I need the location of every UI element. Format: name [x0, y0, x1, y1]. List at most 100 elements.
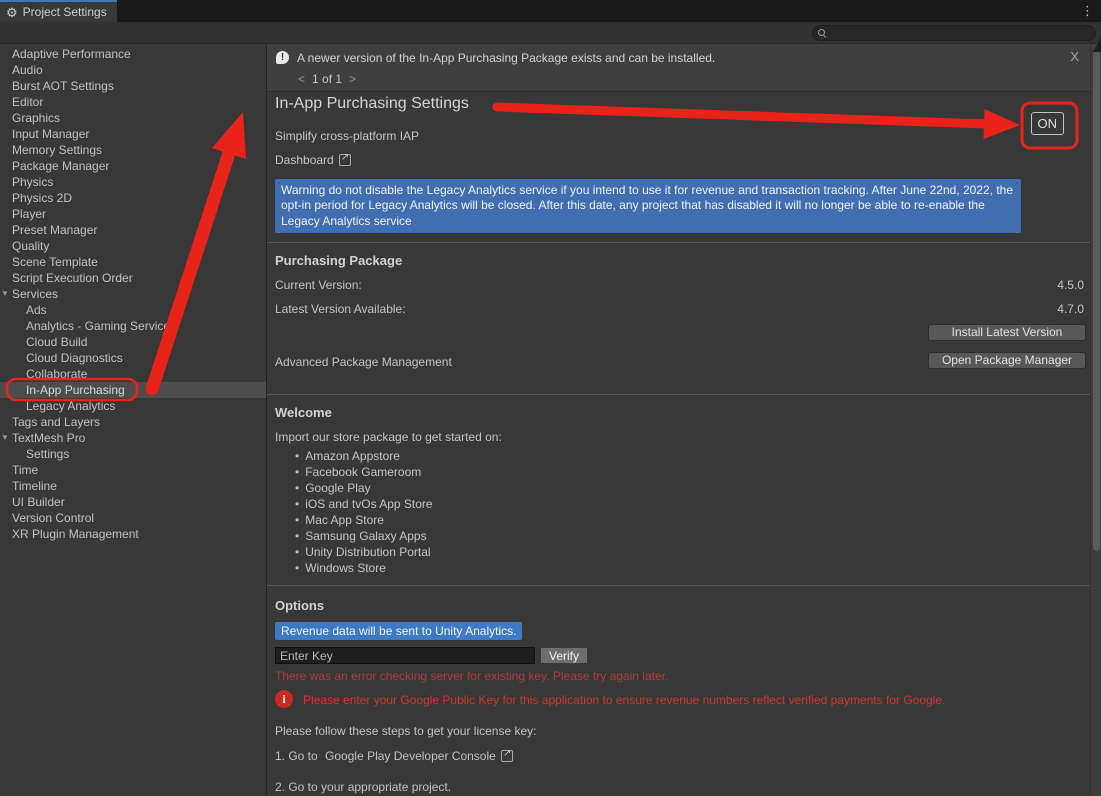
sidebar-item-ads[interactable]: Ads	[0, 302, 266, 318]
bullet-icon: •	[295, 481, 299, 495]
tab-title: Project Settings	[23, 5, 107, 19]
main-panel: ! A newer version of the In-App Purchasi…	[267, 44, 1101, 796]
expander-icon[interactable]: ▼	[1, 430, 9, 446]
latest-version-label: Latest Version Available:	[275, 302, 406, 316]
sidebar-item-xr-plugin-management[interactable]: XR Plugin Management	[0, 526, 266, 542]
sidebar-item-label: Adaptive Performance	[12, 47, 131, 61]
sidebar-item-physics-2d[interactable]: Physics 2D	[0, 190, 266, 206]
install-latest-version-button[interactable]: Install Latest Version	[928, 324, 1086, 341]
sidebar-item-label: Memory Settings	[12, 143, 102, 157]
sidebar-item-label: Input Manager	[12, 127, 89, 141]
sidebar-item-label: Graphics	[12, 111, 60, 125]
sidebar-item-timeline[interactable]: Timeline	[0, 478, 266, 494]
sidebar-list: Adaptive PerformanceAudioBurst AOT Setti…	[0, 46, 266, 542]
alert-bubble-icon: !	[276, 51, 289, 64]
options-heading: Options	[275, 598, 324, 613]
sidebar-item-label: Ads	[26, 303, 47, 317]
current-version-label: Current Version:	[275, 278, 362, 292]
purchasing-package-heading: Purchasing Package	[275, 253, 402, 268]
gear-icon: ⚙	[6, 6, 18, 19]
sidebar-item-script-execution-order[interactable]: Script Execution Order	[0, 270, 266, 286]
latest-version-value: 4.7.0	[1057, 302, 1084, 316]
sidebar-item-legacy-analytics[interactable]: Legacy Analytics	[0, 398, 266, 414]
sidebar-item-tags-and-layers[interactable]: Tags and Layers	[0, 414, 266, 430]
store-name: Samsung Galaxy Apps	[305, 529, 426, 543]
sidebar-item-preset-manager[interactable]: Preset Manager	[0, 222, 266, 238]
error-info-icon: i	[275, 690, 293, 708]
bullet-icon: •	[295, 513, 299, 527]
sidebar-item-collaborate[interactable]: Collaborate	[0, 366, 266, 382]
pagination-prev-icon[interactable]: <	[298, 72, 305, 86]
sidebar-item-textmesh-pro[interactable]: ▼TextMesh Pro	[0, 430, 266, 446]
steps-intro: Please follow these steps to get your li…	[275, 724, 536, 738]
store-list-item: •Windows Store	[295, 560, 433, 576]
pagination-next-icon[interactable]: >	[349, 72, 356, 86]
analytics-note-badge: Revenue data will be sent to Unity Analy…	[275, 622, 522, 640]
sidebar-item-player[interactable]: Player	[0, 206, 266, 222]
update-notification-banner: ! A newer version of the In-App Purchasi…	[267, 44, 1101, 92]
google-play-console-link[interactable]: Google Play Developer Console	[325, 749, 496, 763]
sidebar-item-physics[interactable]: Physics	[0, 174, 266, 190]
bullet-icon: •	[295, 449, 299, 463]
open-package-manager-button[interactable]: Open Package Manager	[928, 352, 1086, 369]
sidebar-item-burst-aot-settings[interactable]: Burst AOT Settings	[0, 78, 266, 94]
banner-pagination: < 1 of 1 >	[298, 72, 356, 86]
pagination-label: 1 of 1	[312, 72, 342, 86]
tab-project-settings[interactable]: ⚙ Project Settings	[0, 0, 117, 22]
sidebar-item-analytics-gaming-services[interactable]: Analytics - Gaming Services	[0, 318, 266, 334]
section-divider	[267, 242, 1090, 243]
latest-version-row: Latest Version Available: 4.7.0	[275, 302, 1084, 316]
verify-button[interactable]: Verify	[540, 647, 588, 664]
sidebar-item-label: UI Builder	[12, 495, 65, 509]
sidebar-item-settings[interactable]: Settings	[0, 446, 266, 462]
sidebar-item-in-app-purchasing[interactable]: In-App Purchasing	[0, 382, 266, 398]
tab-strip: ⚙ Project Settings ⋮	[0, 0, 1101, 22]
settings-sidebar: Adaptive PerformanceAudioBurst AOT Setti…	[0, 44, 267, 796]
key-input[interactable]	[275, 647, 535, 664]
sidebar-item-label: Physics	[12, 175, 53, 189]
sidebar-item-memory-settings[interactable]: Memory Settings	[0, 142, 266, 158]
sidebar-item-package-manager[interactable]: Package Manager	[0, 158, 266, 174]
sidebar-item-label: Timeline	[12, 479, 57, 493]
sidebar-item-input-manager[interactable]: Input Manager	[0, 126, 266, 142]
bullet-icon: •	[295, 545, 299, 559]
sidebar-item-scene-template[interactable]: Scene Template	[0, 254, 266, 270]
expander-icon[interactable]: ▼	[1, 286, 9, 302]
service-toggle-on-button[interactable]: ON	[1031, 112, 1065, 135]
sidebar-item-graphics[interactable]: Graphics	[0, 110, 266, 126]
welcome-heading: Welcome	[275, 405, 332, 420]
sidebar-item-audio[interactable]: Audio	[0, 62, 266, 78]
sidebar-item-label: Legacy Analytics	[26, 399, 115, 413]
search-box[interactable]	[812, 25, 1096, 41]
sidebar-item-cloud-diagnostics[interactable]: Cloud Diagnostics	[0, 350, 266, 366]
toolbar	[0, 22, 1101, 44]
sidebar-item-quality[interactable]: Quality	[0, 238, 266, 254]
scrollbar-thumb[interactable]	[1093, 51, 1100, 551]
store-list-item: •Facebook Gameroom	[295, 464, 433, 480]
store-list-item: •Unity Distribution Portal	[295, 544, 433, 560]
search-icon	[818, 29, 826, 37]
sidebar-item-label: Tags and Layers	[12, 415, 100, 429]
sidebar-item-cloud-build[interactable]: Cloud Build	[0, 334, 266, 350]
sidebar-item-time[interactable]: Time	[0, 462, 266, 478]
bullet-icon: •	[295, 529, 299, 543]
current-version-value: 4.5.0	[1057, 278, 1084, 292]
sidebar-item-version-control[interactable]: Version Control	[0, 510, 266, 526]
dashboard-link[interactable]: Dashboard	[275, 153, 351, 167]
welcome-intro: Import our store package to get started …	[275, 430, 502, 444]
store-list: •Amazon Appstore•Facebook Gameroom•Googl…	[295, 448, 433, 576]
sidebar-item-services[interactable]: ▼Services	[0, 286, 266, 302]
sidebar-item-label: Script Execution Order	[12, 271, 133, 285]
sidebar-item-label: Services	[12, 287, 58, 301]
vertical-scrollbar[interactable]	[1090, 44, 1101, 796]
kebab-menu-icon[interactable]: ⋮	[1081, 3, 1094, 19]
sidebar-item-editor[interactable]: Editor	[0, 94, 266, 110]
google-key-warning-text: Please enter your Google Public Key for …	[303, 690, 945, 707]
sidebar-item-label: Physics 2D	[12, 191, 72, 205]
banner-close-icon[interactable]: X	[1070, 49, 1079, 64]
store-name: Amazon Appstore	[305, 449, 400, 463]
sidebar-item-label: Player	[12, 207, 46, 221]
search-input[interactable]	[830, 26, 1090, 40]
sidebar-item-adaptive-performance[interactable]: Adaptive Performance	[0, 46, 266, 62]
sidebar-item-ui-builder[interactable]: UI Builder	[0, 494, 266, 510]
